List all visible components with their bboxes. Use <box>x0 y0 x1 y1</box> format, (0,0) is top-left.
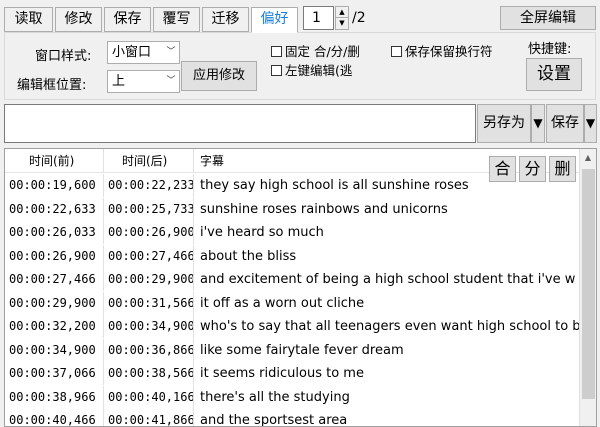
save-as-dropdown-icon[interactable]: ▼ <box>531 104 545 143</box>
delete-button[interactable]: 删 <box>549 156 576 182</box>
table-row[interactable]: 00:00:29,900 00:00:31,566 it off as a worn… <box>5 291 580 316</box>
cell-subtitle-text: like some fairytale fever dream <box>193 338 580 362</box>
cell-subtitle-text: i've heard so much <box>193 221 580 244</box>
tab-preferences[interactable]: 偏好 <box>251 7 298 33</box>
cell-subtitle-text: it seems ridiculous to me <box>193 362 580 385</box>
fullscreen-edit-button[interactable]: 全屏编辑 <box>500 6 596 30</box>
tab-overwrite[interactable]: 覆写 <box>153 7 200 32</box>
subtitle-table: 时间(前) 时间(后) 字幕 00:00:19,600 00:00:22,233 t… <box>4 148 597 427</box>
cell-end-time: 00:00:38,566 <box>103 362 193 385</box>
cell-end-time: 00:00:31,566 <box>103 291 193 315</box>
cell-start-time: 00:00:29,900 <box>9 295 96 310</box>
fix-merge-label: 固定 合/分/删 <box>285 44 360 59</box>
cell-subtitle-text: there's all the studying <box>193 385 580 409</box>
table-row[interactable]: 00:00:27,466 00:00:29,900 and excitement o… <box>5 268 580 292</box>
column-start-time[interactable]: 时间(前) <box>9 149 103 173</box>
cell-subtitle-text: it off as a worn out cliche <box>193 291 580 315</box>
cell-end-time: 00:00:36,866 <box>103 338 193 362</box>
scroll-up-icon[interactable]: ▲ <box>580 149 596 166</box>
column-end-time[interactable]: 时间(后) <box>103 149 193 173</box>
cell-end-time: 00:00:25,733 <box>103 197 193 221</box>
table-row[interactable]: 00:00:22,633 00:00:25,733 sunshine roses r… <box>5 197 580 222</box>
save-dropdown-icon[interactable]: ▼ <box>584 104 597 143</box>
page-total: /2 <box>352 10 366 26</box>
tab-modify[interactable]: 修改 <box>55 7 102 32</box>
cell-start-time: 00:00:19,600 <box>9 178 96 192</box>
tab-read[interactable]: 读取 <box>4 7 53 32</box>
table-row[interactable]: 00:00:38,966 00:00:40,166 there's all the … <box>5 385 580 410</box>
save-button[interactable]: 保存 <box>546 104 584 143</box>
cell-end-time: 00:00:41,866 <box>103 409 193 426</box>
cell-end-time: 00:00:27,466 <box>103 244 193 268</box>
shortcut-label: 快捷键: <box>528 42 572 57</box>
chevron-down-icon: ﹀ <box>166 76 176 86</box>
keep-newline-label: 保存保留换行符 <box>405 44 493 59</box>
cell-start-time: 00:00:37,066 <box>9 366 96 380</box>
split-button[interactable]: 分 <box>519 156 546 182</box>
editor-position-label: 编辑框位置: <box>17 78 87 93</box>
cell-end-time: 00:00:34,900 <box>103 315 193 338</box>
cell-end-time: 00:00:29,900 <box>103 268 193 291</box>
checkbox-icon <box>391 46 402 57</box>
left-click-edit-checkbox[interactable]: 左键编辑(逃 <box>271 60 352 79</box>
apply-changes-button[interactable]: 应用修改 <box>181 61 257 91</box>
chevron-down-icon: ﹀ <box>166 47 176 57</box>
shortcut-settings-button[interactable]: 设置 <box>526 58 582 91</box>
cell-end-time: 00:00:40,166 <box>103 385 193 409</box>
editor-position-select[interactable]: 上 ﹀ <box>107 70 180 93</box>
merge-button[interactable]: 合 <box>489 156 516 182</box>
save-as-button[interactable]: 另存为 <box>477 104 531 143</box>
left-click-edit-label: 左键编辑(逃 <box>285 63 353 78</box>
tab-migrate[interactable]: 迁移 <box>202 7 249 32</box>
window-style-select[interactable]: 小窗口 ﹀ <box>107 41 180 64</box>
subtitle-edit-input[interactable] <box>4 104 476 143</box>
page-number-input[interactable]: 1 <box>303 6 334 30</box>
cell-subtitle-text: and excitement of being a high school st… <box>193 268 580 291</box>
table-row[interactable]: 00:00:34,900 00:00:36,866 like some fairyt… <box>5 338 580 363</box>
cell-end-time: 00:00:26,900 <box>103 221 193 244</box>
cell-start-time: 00:00:26,033 <box>9 225 96 239</box>
cell-start-time: 00:00:40,466 <box>9 413 96 427</box>
cell-start-time: 00:00:27,466 <box>9 272 96 286</box>
window-style-label: 窗口样式: <box>35 49 92 64</box>
window-style-value: 小窗口 <box>112 45 152 60</box>
cell-subtitle-text: about the bliss <box>193 244 580 268</box>
cell-subtitle-text: sunshine roses rainbows and unicorns <box>193 197 580 221</box>
cell-subtitle-text: who's to say that all teenagers even wan… <box>193 315 580 338</box>
checkbox-icon <box>271 46 282 57</box>
cell-subtitle-text: and the sportsest area <box>193 409 580 426</box>
cell-start-time: 00:00:22,633 <box>9 201 96 216</box>
cell-start-time: 00:00:38,966 <box>9 389 96 404</box>
table-row[interactable]: 00:00:40,466 00:00:41,866 and the sportses… <box>5 409 580 427</box>
table-row[interactable]: 00:00:37,066 00:00:38,566 it seems ridicul… <box>5 362 580 386</box>
tab-save[interactable]: 保存 <box>104 7 151 32</box>
page-spinner[interactable]: ▲ ▼ <box>335 6 349 30</box>
scrollbar-thumb[interactable] <box>582 169 595 399</box>
cell-start-time: 00:00:32,200 <box>9 319 96 333</box>
fix-merge-split-delete-checkbox[interactable]: 固定 合/分/删 <box>271 41 360 60</box>
checkbox-icon <box>271 65 282 76</box>
cell-end-time: 00:00:22,233 <box>103 174 193 197</box>
cell-start-time: 00:00:34,900 <box>9 342 96 357</box>
table-row[interactable]: 00:00:26,900 00:00:27,466 about the bliss <box>5 244 580 269</box>
editor-position-value: 上 <box>112 74 126 89</box>
table-row[interactable]: 00:00:26,033 00:00:26,900 i've heard so mu… <box>5 221 580 245</box>
spin-down-icon[interactable]: ▼ <box>336 18 348 29</box>
cell-start-time: 00:00:26,900 <box>9 248 96 263</box>
vertical-scrollbar[interactable]: ▲ <box>579 149 596 426</box>
table-row[interactable]: 00:00:32,200 00:00:34,900 who's to say tha… <box>5 315 580 339</box>
keep-newline-checkbox[interactable]: 保存保留换行符 <box>391 41 493 60</box>
preferences-panel: 窗口样式: 小窗口 ﹀ 编辑框位置: 上 ﹀ 应用修改 固定 合/分/删 左键编… <box>4 32 596 100</box>
spin-up-icon[interactable]: ▲ <box>336 7 348 18</box>
